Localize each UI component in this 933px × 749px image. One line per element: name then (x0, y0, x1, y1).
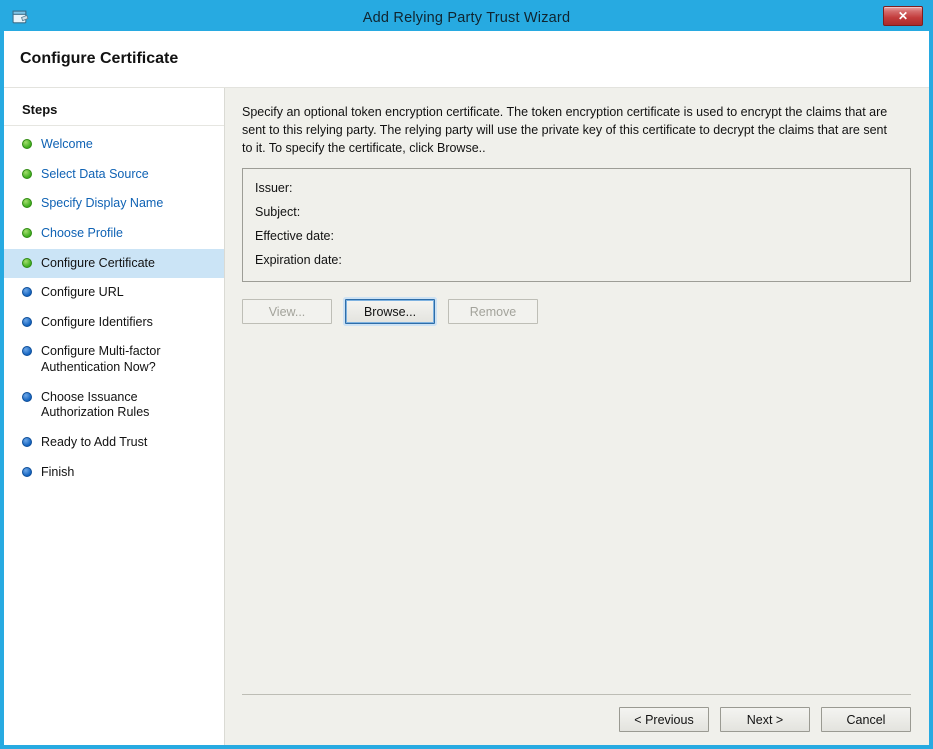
step-complete-icon (22, 198, 32, 208)
step-label: Configure Identifiers (41, 315, 153, 331)
step-label: Configure Certificate (41, 256, 155, 272)
sidebar-item-welcome[interactable]: Welcome (4, 130, 224, 160)
cert-field-value (308, 205, 898, 219)
cert-field-value (301, 181, 898, 195)
step-complete-icon (22, 169, 32, 179)
main-content: Specify an optional token encryption cer… (225, 88, 929, 745)
step-pending-icon (22, 287, 32, 297)
step-label: Welcome (41, 137, 93, 153)
page-header: Configure Certificate (4, 31, 929, 88)
sidebar-item-configure-url: Configure URL (4, 278, 224, 308)
wizard-app-icon (12, 9, 29, 26)
steps-list: Welcome Select Data Source Specify Display… (4, 126, 224, 487)
close-button[interactable]: ✕ (883, 6, 923, 26)
step-label: Configure Multi-factor Authentication No… (41, 344, 211, 375)
step-label: Select Data Source (41, 167, 149, 183)
sidebar-item-configure-identifiers: Configure Identifiers (4, 308, 224, 338)
cert-field-value (350, 253, 898, 267)
sidebar-item-choose-profile[interactable]: Choose Profile (4, 219, 224, 249)
cert-field-label: Expiration date: (255, 253, 342, 267)
wizard-window: Add Relying Party Trust Wizard ✕ Configu… (0, 0, 933, 749)
sidebar-item-specify-display-name[interactable]: Specify Display Name (4, 189, 224, 219)
page-title: Configure Certificate (20, 50, 178, 68)
browse-button[interactable]: Browse... (345, 299, 435, 324)
sidebar-item-configure-multi-factor-authentication-now: Configure Multi-factor Authentication No… (4, 337, 224, 382)
cert-field-issuer: Issuer: (255, 176, 898, 200)
description-text: Specify an optional token encryption cer… (242, 104, 897, 157)
cert-field-effective-date: Effective date: (255, 224, 898, 248)
step-complete-icon (22, 258, 32, 268)
step-label: Configure URL (41, 285, 124, 301)
cert-field-value (342, 229, 898, 243)
steps-sidebar: Steps Welcome Select Data Source Specify D… (4, 88, 225, 745)
next-button[interactable]: Next > (720, 707, 810, 732)
steps-heading: Steps (4, 96, 224, 126)
cert-field-subject: Subject: (255, 200, 898, 224)
sidebar-item-ready-to-add-trust: Ready to Add Trust (4, 428, 224, 458)
step-label: Choose Profile (41, 226, 123, 242)
step-label: Ready to Add Trust (41, 435, 147, 451)
step-complete-icon (22, 228, 32, 238)
sidebar-item-select-data-source[interactable]: Select Data Source (4, 160, 224, 190)
certificate-box: Issuer: Subject: Effective date: Expiration… (242, 168, 911, 282)
view-button[interactable]: View... (242, 299, 332, 324)
cancel-button[interactable]: Cancel (821, 707, 911, 732)
window-title: Add Relying Party Trust Wizard (4, 10, 929, 26)
cert-field-expiration-date: Expiration date: (255, 248, 898, 272)
step-pending-icon (22, 467, 32, 477)
step-pending-icon (22, 437, 32, 447)
step-complete-icon (22, 139, 32, 149)
step-pending-icon (22, 392, 32, 402)
close-icon: ✕ (898, 10, 908, 22)
step-pending-icon (22, 346, 32, 356)
sidebar-item-configure-certificate: Configure Certificate (4, 249, 224, 279)
wizard-footer: < Previous Next > Cancel (242, 694, 911, 732)
step-label: Finish (41, 465, 74, 481)
titlebar: Add Relying Party Trust Wizard ✕ (4, 4, 929, 31)
sidebar-item-finish: Finish (4, 458, 224, 488)
cert-field-label: Issuer: (255, 181, 293, 195)
remove-button[interactable]: Remove (448, 299, 538, 324)
sidebar-item-choose-issuance-authorization-rules: Choose Issuance Authorization Rules (4, 383, 224, 428)
certificate-actions: View... Browse... Remove (242, 299, 911, 324)
step-label: Choose Issuance Authorization Rules (41, 390, 211, 421)
previous-button[interactable]: < Previous (619, 707, 709, 732)
step-label: Specify Display Name (41, 196, 163, 212)
step-pending-icon (22, 317, 32, 327)
wizard-body: Steps Welcome Select Data Source Specify D… (4, 88, 929, 745)
cert-field-label: Effective date: (255, 229, 334, 243)
cert-field-label: Subject: (255, 205, 300, 219)
